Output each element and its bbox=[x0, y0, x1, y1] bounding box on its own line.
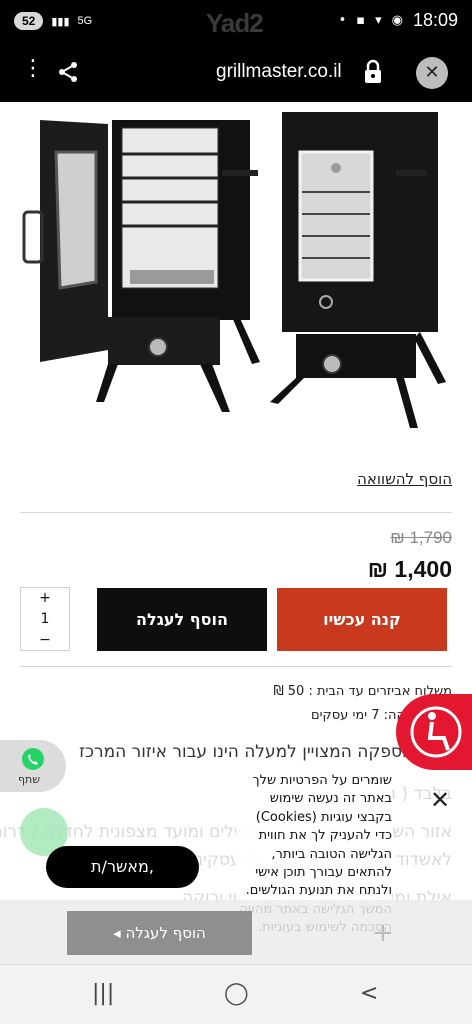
add-to-cart-button[interactable]: הוסף לעגלה bbox=[97, 588, 267, 651]
recents-icon[interactable]: ||| bbox=[92, 981, 114, 1006]
share-icon[interactable] bbox=[56, 60, 80, 84]
original-price: ₪ 1,790 bbox=[390, 528, 452, 547]
buy-now-button[interactable]: קנה עכשיו bbox=[277, 588, 447, 651]
whatsapp-share-button[interactable]: שתף bbox=[0, 740, 66, 792]
sale-price: ₪ 1,400 bbox=[367, 556, 452, 582]
sticky-cart-label: הוסף לעגלה bbox=[125, 924, 206, 942]
clock: 18:09 bbox=[412, 10, 458, 30]
url-text[interactable]: grillmaster.co.il bbox=[216, 61, 342, 83]
status-bar: 52 ▮▮▮ 5G Yad2 • ▪ ▾ ◉ 18:09 bbox=[0, 0, 472, 44]
delivery-notice: זמן האספקה המצויין למעלה הינו עבור איזור… bbox=[79, 742, 452, 762]
battery-indicator: 52 bbox=[14, 12, 44, 30]
whatsapp-icon bbox=[22, 748, 44, 770]
quantity-stepper[interactable]: + 1 − bbox=[20, 587, 70, 651]
back-icon[interactable]: < bbox=[360, 981, 378, 1006]
notification-icon: • bbox=[338, 13, 347, 28]
status-left: 52 ▮▮▮ 5G bbox=[14, 12, 92, 30]
close-icon[interactable]: ✕ bbox=[430, 786, 450, 814]
sticky-plus-button[interactable]: + bbox=[372, 918, 394, 948]
status-right: • ▪ ▾ ◉ 18:09 bbox=[339, 10, 458, 31]
location-icon: ◉ bbox=[391, 13, 403, 28]
qty-value[interactable]: 1 bbox=[21, 609, 69, 630]
close-icon[interactable]: ✕ bbox=[416, 57, 448, 89]
sticky-add-to-cart-button[interactable]: ◂ הוסף לעגלה bbox=[67, 911, 252, 955]
more-vert-icon[interactable]: ⋮ bbox=[22, 58, 44, 80]
qty-minus-button[interactable]: − bbox=[21, 630, 69, 651]
accessibility-icon[interactable] bbox=[396, 694, 472, 770]
divider bbox=[20, 666, 452, 667]
lock-icon[interactable] bbox=[362, 59, 384, 85]
system-nav-bar: ||| ◯ < bbox=[0, 964, 472, 1024]
carrier-logo: Yad2 bbox=[206, 8, 264, 38]
home-icon[interactable]: ◯ bbox=[224, 981, 249, 1006]
divider bbox=[20, 512, 452, 513]
chevron-left-icon: ◂ bbox=[113, 924, 126, 942]
signal-icon: ▮▮▮ bbox=[51, 15, 70, 28]
network-type: 5G bbox=[77, 15, 93, 27]
qty-plus-button[interactable]: + bbox=[21, 588, 69, 609]
product-image[interactable] bbox=[0, 102, 472, 442]
browser-toolbar: ⋮ grillmaster.co.il ✕ bbox=[0, 44, 472, 102]
smoker-open-illustration bbox=[22, 120, 260, 412]
add-to-compare-link[interactable]: הוסף להשוואה bbox=[357, 470, 452, 488]
share-label: שתף bbox=[18, 773, 41, 786]
app-icon: ▪ bbox=[356, 13, 366, 28]
cookie-accept-button[interactable]: מאשר/ת, bbox=[46, 846, 199, 888]
smoker-closed-illustration bbox=[222, 112, 446, 428]
app-icon: ▾ bbox=[375, 13, 382, 28]
